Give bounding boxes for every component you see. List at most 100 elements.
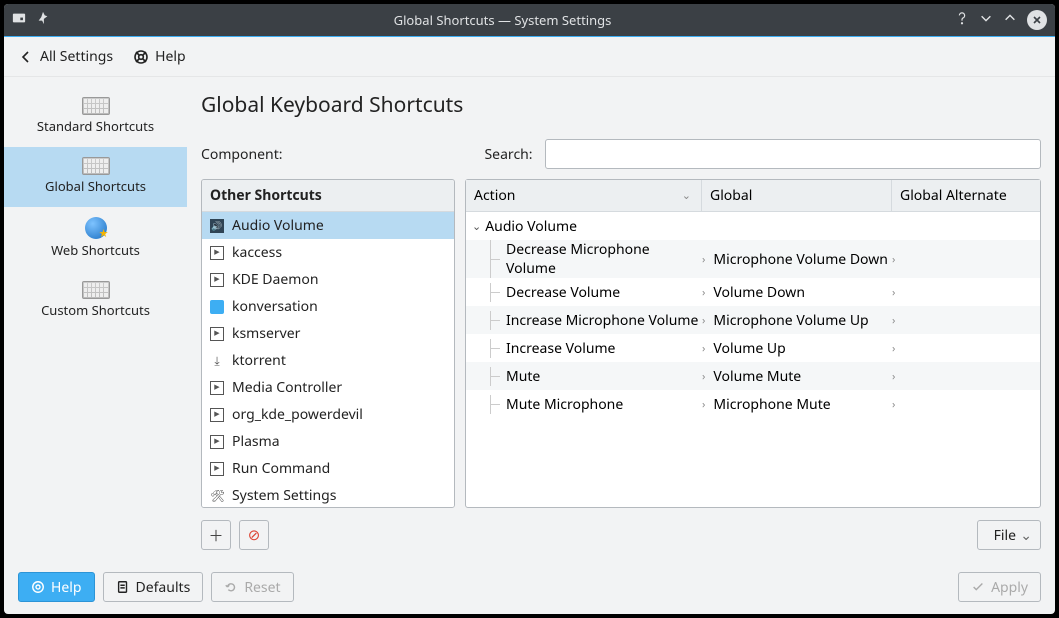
column-global[interactable]: Global (702, 180, 892, 211)
action-name: Decrease Microphone Volume (506, 240, 650, 278)
window: Global Shortcuts — System Settings All S… (4, 4, 1055, 614)
component-row[interactable]: Media Controller (202, 374, 454, 401)
app-icon (210, 327, 224, 341)
keyboard-icon (82, 97, 110, 115)
action-row[interactable]: Mute Microphone›Microphone Mute› (466, 390, 1040, 418)
page-title: Global Keyboard Shortcuts (201, 91, 1041, 119)
action-row[interactable]: Decrease Microphone Volume › Microphone Vo… (466, 240, 1040, 278)
chevron-right-icon: › (892, 252, 897, 267)
component-row[interactable]: Audio Volume (202, 212, 454, 239)
global-shortcut: Volume Down (713, 283, 805, 302)
reset-button[interactable]: Reset (211, 572, 293, 602)
sidebar-item-web-shortcuts[interactable]: Web Shortcuts (4, 207, 187, 271)
component-row[interactable]: org_kde_powerdevil (202, 401, 454, 428)
minimize-icon[interactable] (979, 11, 993, 29)
keyboard-icon (82, 281, 110, 299)
sidebar-item-standard-shortcuts[interactable]: Standard Shortcuts (4, 87, 187, 147)
component-list[interactable]: Other Shortcuts Audio Volume kaccess KDE D… (201, 179, 455, 508)
component-label: Run Command (232, 459, 330, 478)
chevron-right-icon: › (702, 341, 707, 356)
chevron-right-icon: › (702, 369, 707, 384)
app-icon (210, 462, 224, 476)
component-list-header: Other Shortcuts (202, 180, 454, 212)
chevron-right-icon: › (702, 397, 707, 412)
chevron-right-icon: › (892, 341, 897, 356)
action-row[interactable]: Decrease Volume›Volume Down› (466, 278, 1040, 306)
component-row[interactable]: 🛠System Settings (202, 482, 454, 508)
remove-component-button[interactable]: ⊘ (239, 520, 269, 550)
component-row[interactable]: konversation (202, 293, 454, 320)
action-name: Increase Microphone Volume (506, 311, 698, 330)
component-label: Audio Volume (232, 216, 324, 235)
add-component-button[interactable]: ＋ (201, 520, 231, 550)
sidebar-item-label: Global Shortcuts (45, 177, 146, 195)
defaults-button[interactable]: Defaults (103, 572, 204, 602)
action-row[interactable]: Mute›Volume Mute› (466, 362, 1040, 390)
file-menu-button[interactable]: File (977, 520, 1041, 550)
component-row[interactable]: Run Command (202, 455, 454, 482)
toolbar-help[interactable]: Help (133, 47, 186, 66)
maximize-icon[interactable] (1003, 11, 1017, 29)
sidebar-item-label: Custom Shortcuts (41, 301, 150, 319)
toolbar: All Settings Help (4, 37, 1055, 77)
component-label: Plasma (232, 432, 280, 451)
download-icon: ⤓ (210, 352, 224, 369)
sidebar-item-global-shortcuts[interactable]: Global Shortcuts (4, 147, 187, 207)
sidebar: Standard Shortcuts Global Shortcuts Web Sh… (4, 77, 187, 560)
component-label: konversation (232, 297, 318, 316)
window-title: Global Shortcuts — System Settings (50, 11, 955, 29)
component-label: ktorrent (232, 351, 286, 370)
back-all-settings[interactable]: All Settings (18, 47, 113, 66)
global-shortcut: Volume Up (713, 339, 785, 358)
lists: Other Shortcuts Audio Volume kaccess KDE D… (201, 179, 1041, 508)
filter-row: Component: Search: (201, 139, 1041, 169)
component-row[interactable]: KDE Daemon (202, 266, 454, 293)
component-row[interactable]: Plasma (202, 428, 454, 455)
app-icon (210, 408, 224, 422)
sidebar-item-custom-shortcuts[interactable]: Custom Shortcuts (4, 271, 187, 331)
check-icon (971, 580, 985, 594)
component-row[interactable]: ksmserver (202, 320, 454, 347)
help-button-label: Help (51, 578, 82, 597)
action-header: Action ⌄ Global Global Alternate (466, 180, 1040, 212)
help-icon[interactable] (955, 11, 969, 29)
component-label: Media Controller (232, 378, 342, 397)
chevron-right-icon: › (892, 369, 897, 384)
search-label: Search: (485, 145, 533, 164)
pin-icon[interactable] (36, 11, 50, 29)
component-row[interactable]: kaccess (202, 239, 454, 266)
action-panel: Action ⌄ Global Global Alternate ⌄ Audio… (465, 179, 1041, 508)
column-action[interactable]: Action ⌄ (466, 180, 702, 211)
content: Standard Shortcuts Global Shortcuts Web Sh… (4, 77, 1055, 560)
globe-icon (85, 217, 107, 239)
chevron-right-icon: › (702, 285, 707, 300)
tree-group-header[interactable]: ⌄ Audio Volume (466, 212, 1040, 240)
column-action-label: Action (474, 186, 515, 205)
action-row[interactable]: Increase Microphone Volume›Microphone Vo… (466, 306, 1040, 334)
app-icon (12, 11, 26, 29)
component-label: Component: (201, 145, 283, 164)
app-icon (210, 246, 224, 260)
global-shortcut: Microphone Volume Down (713, 250, 887, 269)
chevron-left-icon (18, 49, 34, 65)
app-icon (210, 273, 224, 287)
speaker-icon (210, 219, 224, 233)
file-menu-label: File (994, 526, 1016, 545)
action-name: Mute (506, 367, 540, 386)
action-row[interactable]: Increase Volume › Volume Up › (466, 334, 1040, 362)
lifebuoy-icon (133, 49, 149, 65)
help-button[interactable]: Help (18, 572, 95, 602)
apply-button[interactable]: Apply (958, 572, 1041, 602)
component-label: org_kde_powerdevil (232, 405, 363, 424)
action-body: ⌄ Audio Volume Decrease Microphone Volum… (466, 212, 1040, 418)
component-row[interactable]: ⤓ ktorrent (202, 347, 454, 374)
action-name: Increase Volume (506, 339, 615, 358)
chevron-down-icon: ⌄ (472, 219, 481, 234)
column-alternate[interactable]: Global Alternate (892, 180, 1040, 211)
keyboard-icon (82, 157, 110, 175)
component-label: KDE Daemon (232, 270, 319, 289)
search-input[interactable] (545, 139, 1041, 169)
close-button[interactable] (1027, 10, 1047, 30)
action-name: Mute Microphone (506, 395, 623, 414)
settings-icon: 🛠 (210, 487, 224, 504)
